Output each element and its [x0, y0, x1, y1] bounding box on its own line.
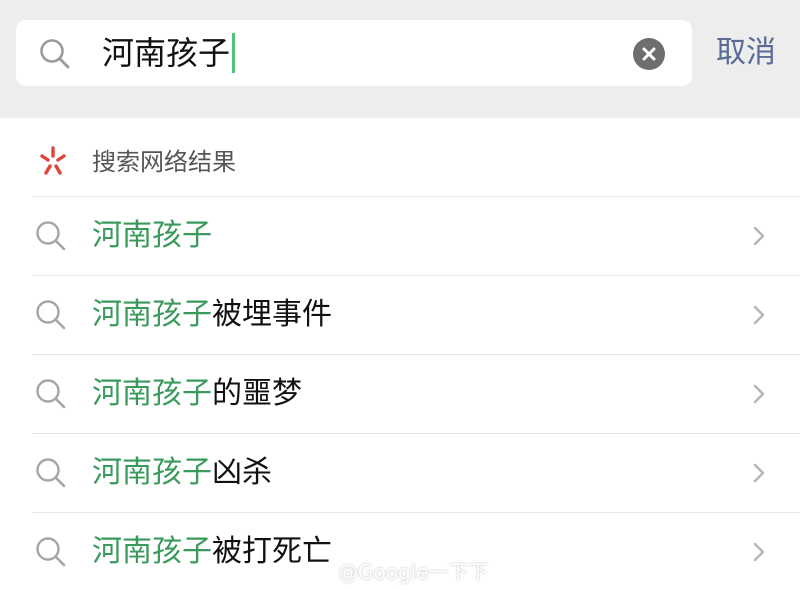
- search-icon: [36, 537, 66, 567]
- search-icon: [36, 300, 66, 330]
- result-item[interactable]: 河南孩子被埋事件: [0, 276, 800, 354]
- chevron-right-icon: [753, 463, 765, 483]
- result-text: 河南孩子被埋事件: [92, 276, 332, 354]
- search-query[interactable]: 河南孩子: [102, 20, 236, 86]
- result-text: 河南孩子的噩梦: [92, 355, 302, 433]
- result-text: 河南孩子被打死亡: [92, 513, 332, 590]
- result-item[interactable]: 河南孩子凶杀: [0, 434, 800, 512]
- search-query-text: 河南孩子: [102, 34, 231, 72]
- result-item[interactable]: 河南孩子的噩梦: [0, 355, 800, 433]
- result-highlight: 河南孩子: [92, 455, 212, 490]
- watermark: @Google一下下: [304, 556, 489, 584]
- search-icon: [36, 379, 66, 409]
- result-suffix: 的噩梦: [212, 376, 302, 411]
- result-highlight: 河南孩子: [92, 534, 212, 569]
- result-suffix: 凶杀: [212, 455, 272, 490]
- clear-icon: [642, 47, 656, 61]
- weibo-icon: [305, 562, 330, 580]
- text-caret: [232, 33, 236, 73]
- result-text: 河南孩子凶杀: [92, 434, 272, 512]
- result-suffix: 被埋事件: [212, 297, 332, 332]
- chevron-right-icon: [753, 542, 765, 562]
- section-header: 搜索网络结果: [0, 118, 800, 196]
- search-icon: [36, 221, 66, 251]
- search-input[interactable]: 河南孩子: [16, 20, 692, 86]
- search-icon: [40, 39, 70, 69]
- chevron-right-icon: [753, 384, 765, 404]
- search-icon: [36, 458, 66, 488]
- section-label: 搜索网络结果: [92, 148, 236, 176]
- cancel-button[interactable]: 取消: [716, 20, 776, 86]
- search-bar-area: 河南孩子 取消: [0, 0, 800, 118]
- chevron-right-icon: [753, 226, 765, 246]
- clear-button[interactable]: [633, 38, 665, 70]
- result-item[interactable]: 河南孩子: [0, 197, 800, 275]
- watermark-text: @Google一下下: [338, 559, 489, 584]
- result-highlight: 河南孩子: [92, 376, 212, 411]
- sparkle-icon: [40, 146, 66, 175]
- result-text: 河南孩子: [92, 197, 212, 275]
- result-highlight: 河南孩子: [92, 297, 212, 332]
- search-results: 搜索网络结果 河南孩子 河南孩子被埋事件 河南孩子的噩梦 河南孩子凶杀 河南孩子…: [0, 118, 800, 590]
- chevron-right-icon: [753, 305, 765, 325]
- result-highlight: 河南孩子: [92, 218, 212, 253]
